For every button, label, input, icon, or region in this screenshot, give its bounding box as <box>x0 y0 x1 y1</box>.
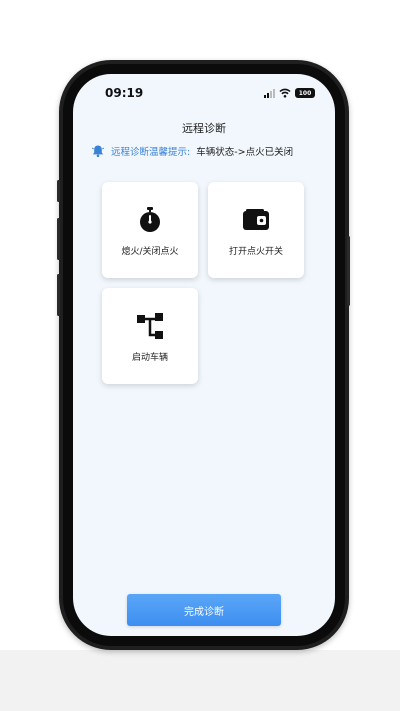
cellular-signal-icon <box>264 88 275 98</box>
action-card-ignition-off[interactable]: 熄火/关闭点火 <box>102 182 198 278</box>
status-icons: 100 <box>264 88 315 98</box>
finish-diagnosis-button[interactable]: 完成诊断 <box>127 594 281 626</box>
bell-icon <box>91 145 105 158</box>
flow-connector-icon <box>136 312 164 340</box>
phone-side-button-volume-up <box>57 218 60 260</box>
phone-side-button-volume-down <box>57 274 60 316</box>
action-card-label: 熄火/关闭点火 <box>121 247 179 257</box>
page-title: 远程诊断 <box>182 122 226 135</box>
wallet-icon <box>242 206 270 234</box>
action-card-ignition-on[interactable]: 打开点火开关 <box>208 182 304 278</box>
background-floor <box>0 650 400 711</box>
wifi-icon <box>279 88 291 98</box>
notice-message: 车辆状态->点火已关闭 <box>196 147 294 158</box>
battery-icon: 100 <box>295 88 315 98</box>
status-time: 09:19 <box>105 86 144 100</box>
phone-side-button-mute <box>57 180 60 202</box>
stopwatch-icon <box>136 206 164 234</box>
notice-bar: 远程诊断温馨提示: 车辆状态->点火已关闭 <box>91 144 321 158</box>
app-screen: 09:19 100 远程诊断 远程诊断温馨提示: 车辆状态->点火已关闭 熄火/… <box>73 74 335 636</box>
status-bar: 09:19 100 <box>73 84 335 104</box>
action-card-label: 启动车辆 <box>131 353 168 363</box>
action-card-label: 打开点火开关 <box>228 247 283 257</box>
phone-side-button-power <box>347 236 350 306</box>
notice-prefix: 远程诊断温馨提示: <box>111 147 191 158</box>
action-card-start-vehicle[interactable]: 启动车辆 <box>102 288 198 384</box>
